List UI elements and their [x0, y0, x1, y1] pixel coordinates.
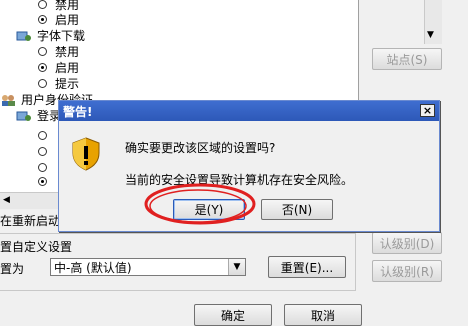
reset-group-title: 置自定义设置	[0, 238, 76, 255]
user-group-icon	[0, 94, 16, 106]
vertical-scrollbar[interactable]: ▼	[424, 0, 442, 44]
tree-item-option[interactable]	[38, 174, 55, 189]
restart-note: 在重新启动	[0, 214, 61, 228]
chevron-down-icon[interactable]: ▼	[228, 259, 245, 275]
tree-item-option[interactable]	[38, 160, 55, 175]
tree-item-enable-1[interactable]: 启用	[38, 12, 79, 27]
combo-value: 中-高 (默认值)	[54, 260, 132, 275]
tree-item-label: 禁用	[55, 45, 80, 59]
radio-button-checked[interactable]	[38, 63, 47, 72]
settings-group-icon	[16, 30, 32, 42]
radio-button[interactable]	[38, 79, 47, 88]
tree-item-label: 提示	[55, 77, 80, 91]
ok-button[interactable]: 确定	[194, 304, 272, 326]
security-level-combo[interactable]: 中-高 (默认值) ▼	[50, 258, 246, 276]
tree-item-label: 字体下载	[37, 29, 86, 43]
close-icon[interactable]: ×	[420, 104, 435, 117]
highlight-circle	[144, 183, 256, 225]
login-icon	[16, 110, 32, 122]
tree-item-label: 启用	[55, 61, 80, 75]
tree-item-prompt[interactable]: 提示	[38, 76, 79, 91]
radio-button[interactable]	[38, 147, 47, 156]
no-button[interactable]: 否(N)	[261, 199, 333, 220]
radio-button[interactable]	[38, 131, 47, 140]
custom-level-button[interactable]: 认级别(D)	[372, 232, 442, 254]
default-level-button[interactable]: 认级别(R)	[372, 260, 442, 282]
reset-to-label: 置为	[0, 262, 25, 276]
tree-item-disable-2[interactable]: 禁用	[38, 44, 79, 59]
warning-shield-icon	[71, 137, 101, 174]
scroll-left-icon[interactable]: ◀	[3, 195, 10, 205]
sites-button[interactable]: 站点(S)	[372, 48, 442, 70]
dialog-question: 确实要更改该区域的设置吗?	[125, 141, 276, 155]
tree-item-font-download[interactable]: 字体下载	[16, 28, 85, 43]
tree-item-login[interactable]: 登录	[16, 108, 61, 123]
radio-button[interactable]	[38, 47, 47, 56]
radio-button-checked[interactable]	[38, 177, 47, 186]
tree-item-label: 启用	[55, 13, 80, 27]
radio-button[interactable]	[38, 0, 47, 9]
tree-item-option[interactable]	[38, 144, 55, 159]
tree-item-enable-2[interactable]: 启用	[38, 60, 79, 75]
dialog-titlebar: 警告! ×	[59, 101, 439, 121]
scroll-down-icon[interactable]: ▼	[427, 30, 434, 40]
dialog-title: 警告!	[63, 104, 93, 119]
reset-button[interactable]: 重置(E)...	[268, 256, 346, 278]
cancel-button[interactable]: 取消	[284, 304, 362, 326]
horizontal-scrollbar[interactable]: ◀	[0, 192, 60, 209]
radio-button[interactable]	[38, 163, 47, 172]
radio-button-checked[interactable]	[38, 15, 47, 24]
tree-item-option[interactable]	[38, 128, 55, 143]
